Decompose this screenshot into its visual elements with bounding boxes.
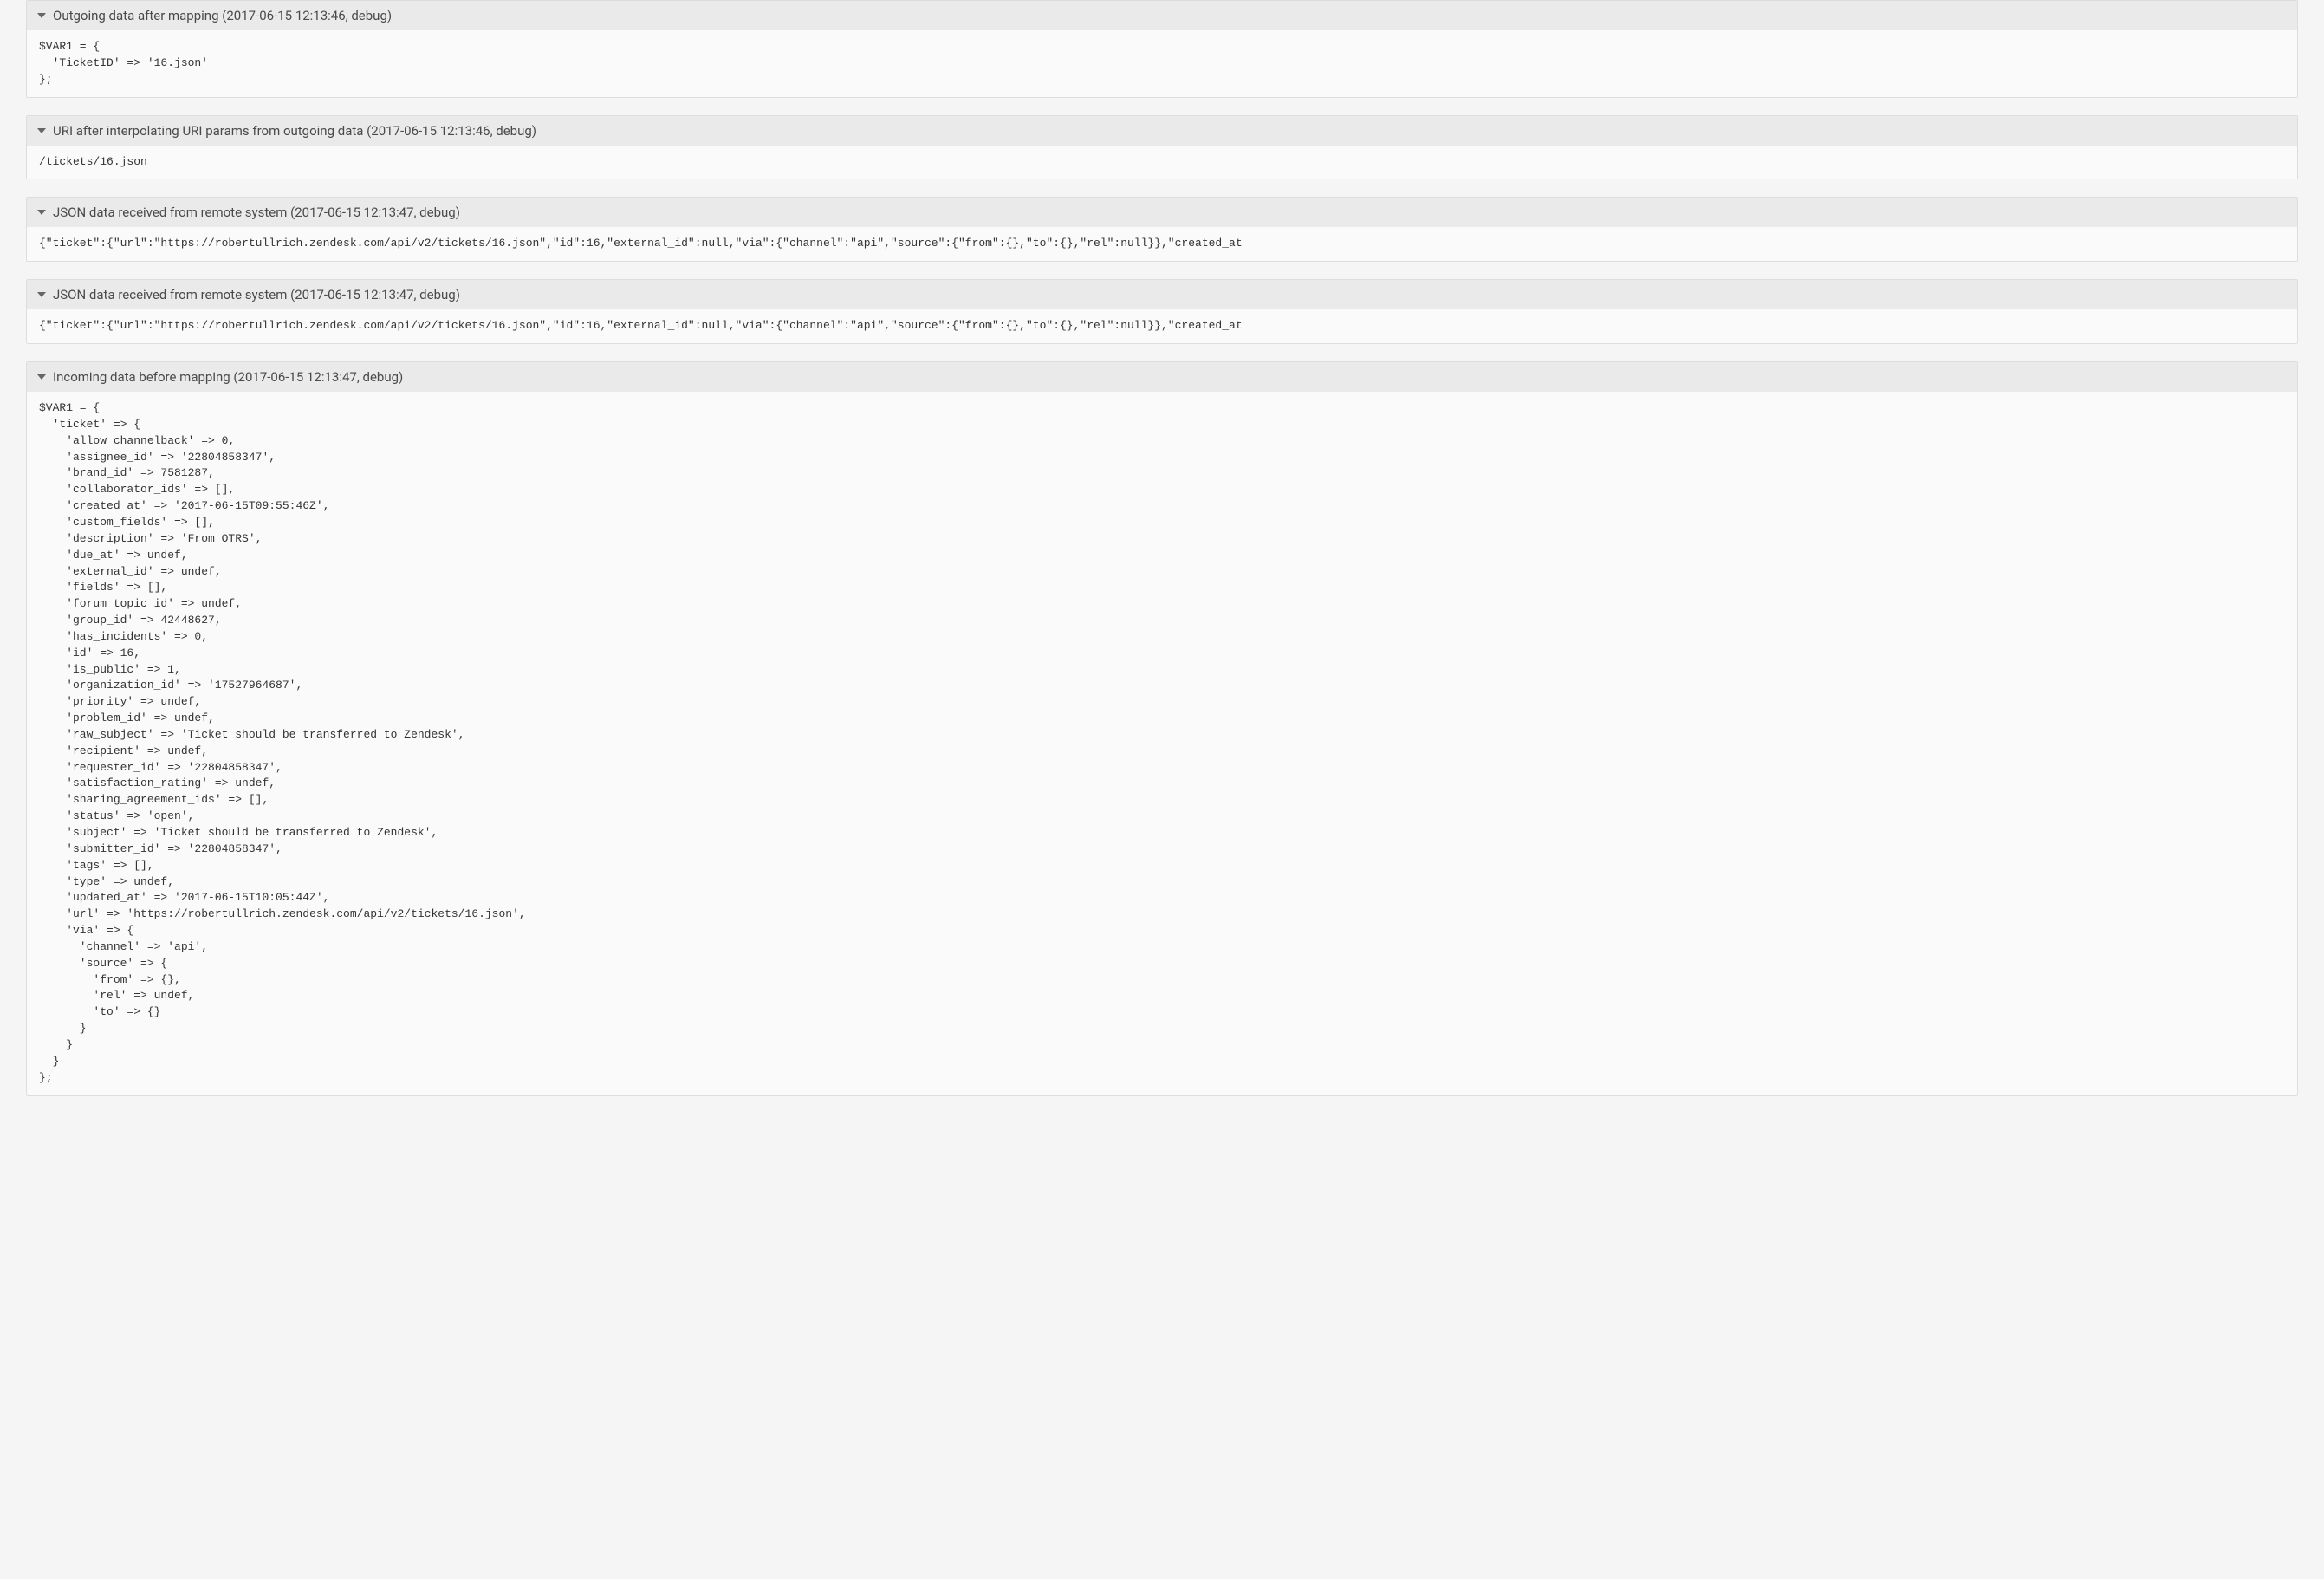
panel-header-json-received-1[interactable]: JSON data received from remote system (2… bbox=[27, 198, 2297, 227]
panel-body: {"ticket":{"url":"https://robertullrich.… bbox=[27, 309, 2297, 343]
panel-header-uri-interpolated[interactable]: URI after interpolating URI params from … bbox=[27, 116, 2297, 146]
panel-body: $VAR1 = { 'ticket' => { 'allow_channelba… bbox=[27, 392, 2297, 1095]
chevron-down-icon bbox=[37, 128, 46, 133]
panel-header-outgoing-data[interactable]: Outgoing data after mapping (2017-06-15 … bbox=[27, 1, 2297, 30]
chevron-down-icon bbox=[37, 13, 46, 18]
debug-panel: Outgoing data after mapping (2017-06-15 … bbox=[26, 0, 2298, 98]
chevron-down-icon bbox=[37, 374, 46, 380]
panel-title: URI after interpolating URI params from … bbox=[53, 123, 536, 139]
panel-title: Incoming data before mapping (2017-06-15… bbox=[53, 369, 403, 385]
chevron-down-icon bbox=[37, 210, 46, 215]
panel-header-json-received-2[interactable]: JSON data received from remote system (2… bbox=[27, 280, 2297, 309]
debug-log-container: Outgoing data after mapping (2017-06-15 … bbox=[0, 0, 2324, 1140]
panel-body: $VAR1 = { 'TicketID' => '16.json' }; bbox=[27, 30, 2297, 97]
panel-title: JSON data received from remote system (2… bbox=[53, 287, 460, 302]
chevron-down-icon bbox=[37, 292, 46, 297]
panel-body: {"ticket":{"url":"https://robertullrich.… bbox=[27, 227, 2297, 261]
debug-panel: JSON data received from remote system (2… bbox=[26, 197, 2298, 262]
debug-panel: Incoming data before mapping (2017-06-15… bbox=[26, 361, 2298, 1095]
panel-header-incoming-data[interactable]: Incoming data before mapping (2017-06-15… bbox=[27, 362, 2297, 392]
panel-title: Outgoing data after mapping (2017-06-15 … bbox=[53, 8, 392, 23]
panel-body: /tickets/16.json bbox=[27, 146, 2297, 179]
panel-title: JSON data received from remote system (2… bbox=[53, 205, 460, 220]
debug-panel: JSON data received from remote system (2… bbox=[26, 279, 2298, 344]
debug-panel: URI after interpolating URI params from … bbox=[26, 115, 2298, 180]
